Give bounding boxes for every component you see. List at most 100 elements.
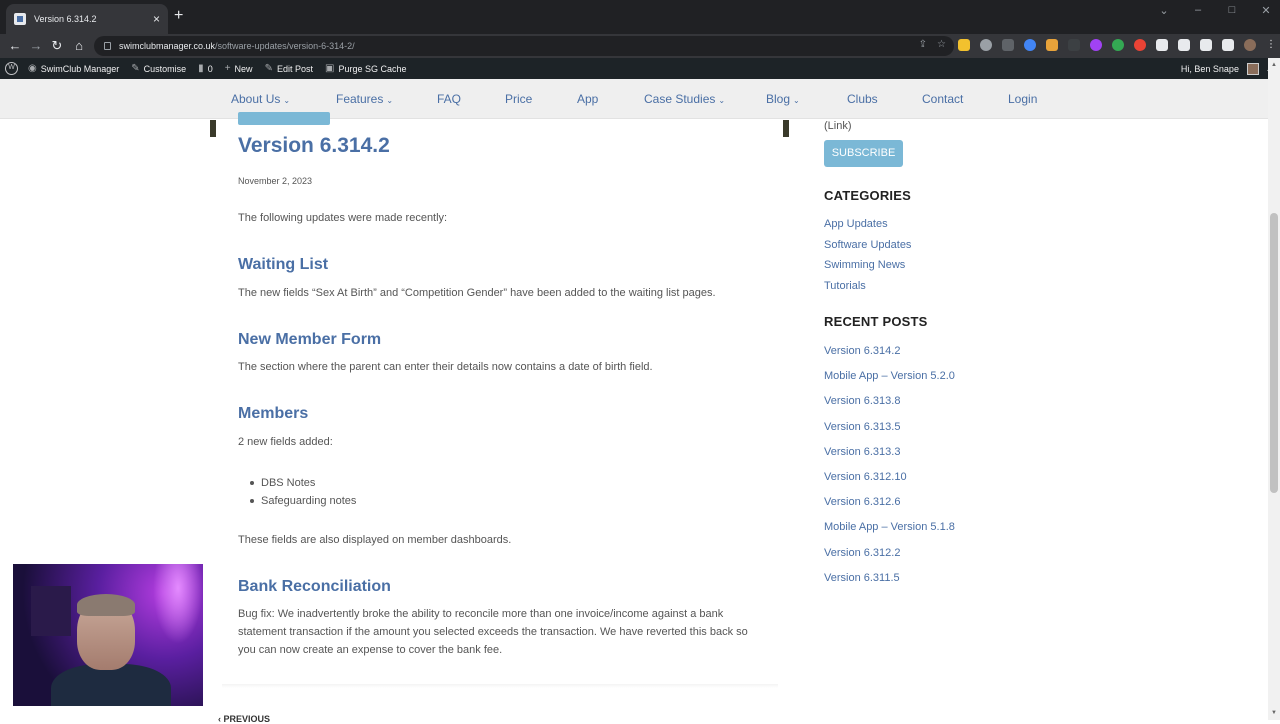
extension-color-icon[interactable] [1090,39,1102,51]
back-icon[interactable]: ← [6,37,24,55]
recent-posts-heading: RECENT POSTS [824,314,928,329]
chevron-down-icon: ⌄ [793,96,800,105]
page-scrollbar[interactable]: ▲ ▼ [1268,58,1280,720]
browser-tab[interactable]: Version 6.314.2 × [6,4,168,34]
forward-icon[interactable]: → [27,37,45,55]
section-heading-new-member-form: New Member Form [238,331,382,348]
browser-toolbar: ← → ↻ ⌂ swimclubmanager.co.uk /software-… [0,34,1280,58]
previous-post-link[interactable]: ‹ PREVIOUS [218,714,270,724]
nav-blog[interactable]: Blog ⌄ [766,92,800,106]
wp-customise[interactable]: ✎ Customise [131,63,186,74]
nav-clubs[interactable]: Clubs [847,92,878,106]
section-body-members: 2 new fields added: [238,436,333,448]
wp-customise-label: Customise [143,63,187,74]
post-title: Version 6.314.2 [238,134,390,157]
sidebar-link[interactable]: (Link) [824,120,852,132]
members-field-list: DBS Notes Safeguarding notes [249,474,356,510]
recent-post-link[interactable]: Version 6.312.2 [824,541,955,566]
more-menu-icon[interactable]: ⋮ [1266,39,1278,51]
category-link-app-updates[interactable]: App Updates [824,214,911,235]
nav-features[interactable]: Features ⌄ [336,92,393,106]
scrollbar-thumb[interactable] [1270,213,1278,493]
minimize-button[interactable]: – [1192,4,1204,17]
subscribe-button[interactable]: SUBSCRIBE [824,140,903,167]
sg-cache-icon: ▣ [324,63,335,74]
nav-app[interactable]: App [577,92,598,106]
puzzle-icon[interactable] [1156,39,1168,51]
wp-site-name-label: SwimClub Manager [40,63,120,74]
extension-red-icon[interactable] [1134,39,1146,51]
wp-comments[interactable]: ▮ 0 [198,63,213,74]
new-tab-button[interactable]: + [174,8,183,24]
nav-login[interactable]: Login [1008,92,1037,106]
side-panel-icon[interactable] [1222,39,1234,51]
post-divider [222,684,778,688]
extension-green-icon[interactable] [1112,39,1124,51]
recent-post-link[interactable]: Version 6.313.8 [824,389,955,414]
close-tab-icon[interactable]: × [153,13,160,25]
scroll-down-icon[interactable]: ▼ [1270,710,1278,716]
plus-icon: + [224,63,231,74]
wp-edit-post[interactable]: ✎ Edit Post [265,63,313,74]
recent-post-link[interactable]: Version 6.313.3 [824,440,955,465]
recent-post-link[interactable]: Mobile App – Version 5.2.0 [824,364,955,389]
nav-features-label: Features [336,92,384,106]
webcam-overlay [13,564,203,706]
url-path: /software-updates/version-6-314-2/ [215,41,355,51]
members-footer-text: These fields are also displayed on membe… [238,534,512,546]
scroll-up-icon[interactable]: ▲ [1270,62,1278,68]
window-controls: ⌄ – □ ✕ [1158,4,1272,17]
extension-mail-icon[interactable] [1002,39,1014,51]
extension-blank-icon[interactable] [1068,39,1080,51]
section-heading-members: Members [238,405,309,422]
address-bar[interactable]: swimclubmanager.co.uk /software-updates/… [94,36,954,56]
pencil-icon: ✎ [264,63,273,74]
post-intro: The following updates were made recently… [238,212,448,224]
wp-greeting[interactable]: Hi, Ben Snape [1181,64,1239,74]
wp-new[interactable]: + New [225,63,253,74]
recent-post-link[interactable]: Version 6.312.10 [824,465,955,490]
category-tag[interactable] [238,112,330,125]
url-host: swimclubmanager.co.uk [119,41,216,51]
wp-purge-cache[interactable]: ▣ Purge SG Cache [325,63,407,74]
nav-contact[interactable]: Contact [922,92,963,106]
extension-circle-icon[interactable] [1024,39,1036,51]
wp-site-name[interactable]: ◉ SwimClub Manager [28,63,119,74]
wp-purge-cache-label: Purge SG Cache [338,63,407,74]
recent-post-link[interactable]: Version 6.314.2 [824,339,955,364]
extension-grid-icon[interactable] [1046,39,1058,51]
section-heading-waiting-list: Waiting List [238,256,329,273]
category-link-tutorials[interactable]: Tutorials [824,276,911,297]
nav-blog-label: Blog [766,92,791,106]
extension-notes-icon[interactable] [958,39,970,51]
recent-post-link[interactable]: Version 6.313.5 [824,415,955,440]
extensions-area: ⋮ [958,39,1278,51]
category-link-swimming-news[interactable]: Swimming News [824,255,911,276]
profile-avatar[interactable] [1244,39,1256,51]
reload-icon[interactable]: ↻ [48,37,66,55]
category-link-software-updates[interactable]: Software Updates [824,235,911,256]
download-icon[interactable] [1200,39,1212,51]
tab-search-icon[interactable]: ⌄ [1158,4,1170,17]
bookmark-star-icon[interactable]: ☆ [937,39,946,50]
nav-case-studies[interactable]: Case Studies ⌄ [644,92,725,106]
section-body-waiting-list: The new fields “Sex At Birth” and “Compe… [238,287,716,299]
recent-post-link[interactable]: Mobile App – Version 5.1.8 [824,515,955,540]
share-icon[interactable]: ⇪ [919,39,927,50]
comment-icon: ▮ [198,63,204,74]
dashboard-icon: ◉ [28,63,37,74]
recent-post-link[interactable]: Version 6.311.5 [824,566,955,591]
maximize-button[interactable]: □ [1226,4,1238,17]
wordpress-logo-icon[interactable]: W [5,62,18,75]
home-icon[interactable]: ⌂ [70,37,88,55]
close-window-button[interactable]: ✕ [1260,4,1272,17]
nav-about-us-label: About Us [231,92,281,106]
reading-list-icon[interactable] [1178,39,1190,51]
nav-price[interactable]: Price [505,92,532,106]
recent-post-link[interactable]: Version 6.312.6 [824,490,955,515]
nav-about-us[interactable]: About Us ⌄ [231,92,290,106]
extension-gear-icon[interactable] [980,39,992,51]
nav-faq[interactable]: FAQ [437,92,461,106]
wp-user-avatar[interactable] [1246,62,1259,75]
lock-icon[interactable] [104,42,111,50]
